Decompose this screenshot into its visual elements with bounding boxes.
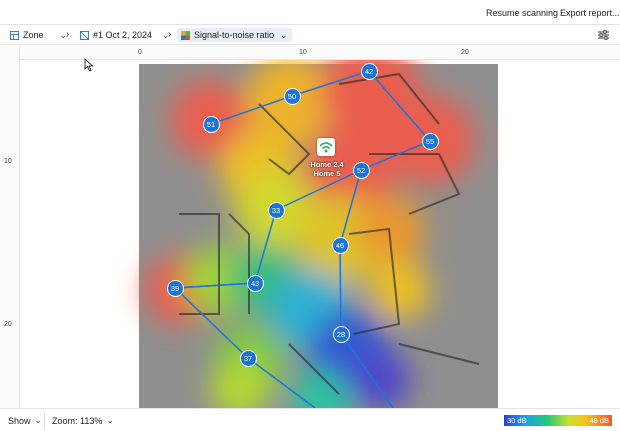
access-point-label: Home 2.4 Home 5	[310, 160, 344, 178]
chevron-down-icon: ⌄	[280, 29, 288, 40]
legend-max-label: 48 dB	[589, 416, 609, 425]
horizontal-ruler: 0 10 20	[20, 46, 620, 60]
access-point-marker[interactable]	[317, 138, 335, 156]
ruler-tick: 10	[299, 49, 307, 56]
ruler-tick: 20	[461, 49, 469, 56]
scan-point-37[interactable]: 37	[239, 349, 257, 367]
show-label: Show	[8, 415, 31, 426]
scan-point-46[interactable]: 46	[331, 236, 349, 254]
top-action-bar: Resume scanning Export report...	[0, 0, 620, 25]
survey-label: #1 Oct 2, 2024	[93, 30, 153, 40]
zoom-dropdown[interactable]: Zoom: 113% ⌄	[52, 415, 114, 426]
ssid-label: Home 2.4	[310, 160, 344, 169]
survey-dropdown[interactable]: #1 Oct 2, 2024 ⌄	[80, 28, 170, 42]
divider	[44, 413, 45, 428]
breadcrumb-toolbar: Zone ⌄ › #1 Oct 2, 2024 ⌄ › Signal-to-no…	[0, 25, 620, 45]
export-report-button[interactable]: Export report...	[560, 8, 620, 18]
view-label: Signal-to-noise ratio	[194, 30, 275, 40]
view-dropdown[interactable]: Signal-to-noise ratio ⌄	[177, 28, 292, 42]
settings-sliders-icon[interactable]	[598, 30, 609, 40]
resume-scanning-button[interactable]: Resume scanning	[486, 8, 558, 18]
scan-point-51[interactable]: 51	[202, 115, 220, 133]
scan-point-33[interactable]: 33	[267, 201, 285, 219]
ruler-tick: 10	[4, 158, 12, 165]
scan-point-55[interactable]: 55	[421, 132, 439, 150]
ruler-tick: 0	[138, 49, 142, 56]
legend-min-label: 30 dB	[507, 416, 527, 425]
zone-icon	[10, 30, 19, 40]
chevron-right-icon: ›	[66, 29, 70, 40]
show-dropdown[interactable]: Show ⌄	[8, 415, 42, 426]
zone-dropdown[interactable]: Zone ⌄	[10, 28, 67, 42]
scan-point-28[interactable]: 28	[332, 325, 350, 343]
vertical-ruler: 10 20	[0, 46, 20, 408]
scan-point-39[interactable]: 39	[166, 279, 184, 297]
heatmap-icon	[181, 30, 190, 40]
color-scale-legend: 30 dB 48 dB	[504, 415, 612, 426]
wifi-icon	[319, 142, 333, 153]
zoom-label: Zoom: 113%	[52, 415, 103, 426]
scan-point-43[interactable]: 43	[246, 274, 264, 292]
scan-point-50[interactable]: 50	[283, 87, 301, 105]
chevron-right-icon: ›	[168, 29, 172, 40]
ruler-tick: 20	[4, 321, 12, 328]
scan-point-42[interactable]: 42	[360, 62, 378, 80]
floorplan-icon	[80, 30, 89, 40]
chevron-down-icon: ⌄	[34, 415, 43, 425]
chevron-down-icon: ⌄	[106, 415, 114, 425]
status-bar: Show ⌄ Zoom: 113% ⌄ 30 dB 48 dB	[0, 408, 620, 431]
survey-path	[173, 70, 432, 408]
mouse-cursor-icon	[84, 58, 94, 72]
ssid-label: Home 5	[313, 169, 341, 178]
zone-label: Zone	[23, 30, 44, 40]
heatmap-canvas[interactable]: 42 50 51 55 52 33 46 43 39 28 37 Home 2.4 Home 5	[20, 60, 620, 408]
scan-point-52[interactable]: 52	[352, 161, 370, 179]
